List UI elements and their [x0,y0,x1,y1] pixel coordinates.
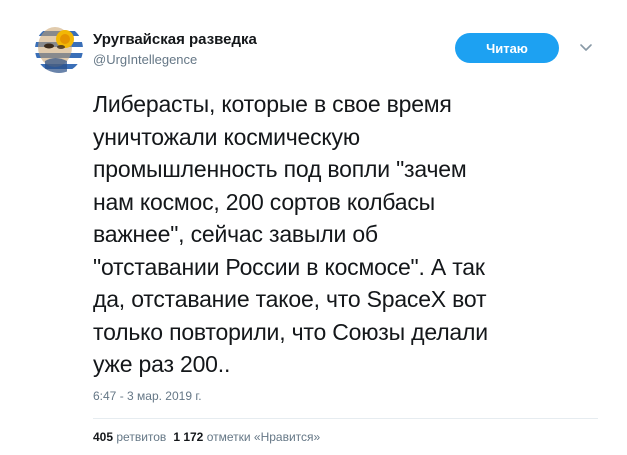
tweet-card: Уругвайская разведка @UrgIntellegence Чи… [0,0,627,455]
uruguay-flag-face-avatar-icon [35,25,83,73]
author-handle[interactable]: @UrgIntellegence [93,51,257,69]
chevron-down-icon [580,44,592,51]
tweet-stats: 405 ретвитов 1 172 отметки «Нравится» [93,430,320,444]
avatar[interactable] [35,25,83,73]
author-display-name[interactable]: Уругвайская разведка [93,30,257,49]
tweet-menu-button[interactable] [578,40,594,56]
retweets-count: 405 [93,430,114,444]
following-button[interactable]: Читаю [455,33,559,63]
retweets-stat[interactable]: 405 ретвитов [93,430,166,444]
retweets-label: ретвитов [116,430,167,444]
tweet-text: Либерасты, которые в свое время уничтожа… [93,91,488,377]
divider [93,418,598,419]
tweet-timestamp[interactable]: 6:47 - 3 мар. 2019 г. [93,389,202,403]
likes-label: отметки «Нравится» [206,430,321,444]
likes-count: 1 172 [173,430,204,444]
likes-stat[interactable]: 1 172 отметки «Нравится» [173,430,320,444]
author-names: Уругвайская разведка @UrgIntellegence [93,30,257,69]
